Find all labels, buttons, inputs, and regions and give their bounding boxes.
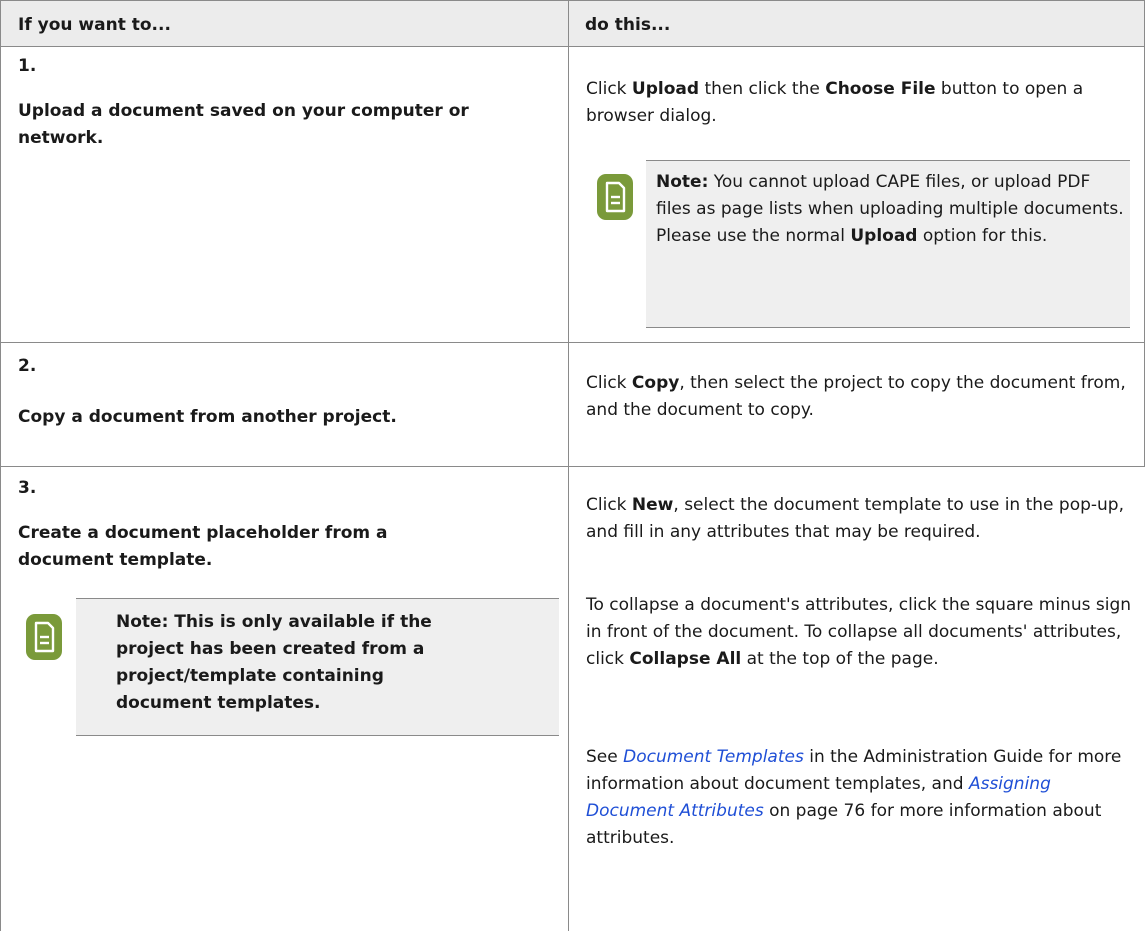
options-table: If you want to... do this... 1. Upload a… <box>0 0 1145 931</box>
upload-term: Upload <box>850 226 918 246</box>
row-divider-1 <box>0 342 1145 343</box>
choose-file-term: Choose File <box>825 79 936 99</box>
row2-number: 2. <box>18 356 37 376</box>
row1-number: 1. <box>18 56 37 76</box>
table-header: If you want to... do this... <box>0 0 1145 46</box>
header-divider <box>0 46 1145 47</box>
header-col-if-you-want: If you want to... <box>18 15 171 35</box>
row3-paragraph-3: See Document Templates in the Administra… <box>586 747 1122 848</box>
note-label: Note: <box>116 612 169 632</box>
copy-term: Copy <box>631 373 680 393</box>
document-templates-link[interactable]: Document Templates <box>623 747 804 767</box>
row3-paragraph-2: To collapse a document's attributes, cli… <box>586 595 1132 669</box>
row2-action: Click Copy, then select the project to c… <box>586 373 1126 420</box>
document-note-icon <box>25 613 63 661</box>
row3-note: Note: This is only available if the proj… <box>76 598 559 736</box>
new-term: New <box>631 495 674 515</box>
row1-action: Click Upload then click the Choose File … <box>586 79 1084 126</box>
row1-task: Upload a document saved on your computer… <box>18 101 469 148</box>
collapse-all-term: Collapse All <box>629 649 742 669</box>
header-col-do-this: do this... <box>585 15 671 35</box>
row3-paragraph-1: Click New, select the document template … <box>586 495 1124 542</box>
row-divider-2 <box>0 466 1145 467</box>
row1-note: Note: You cannot upload CAPE files, or u… <box>646 160 1130 328</box>
row3-task: Create a document placeholder from a doc… <box>18 523 388 570</box>
note-label: Note: <box>656 172 709 192</box>
document-note-icon <box>596 173 634 221</box>
row2-task: Copy a document from another project. <box>18 407 397 427</box>
row3-number: 3. <box>18 478 37 498</box>
upload-term: Upload <box>631 79 700 99</box>
